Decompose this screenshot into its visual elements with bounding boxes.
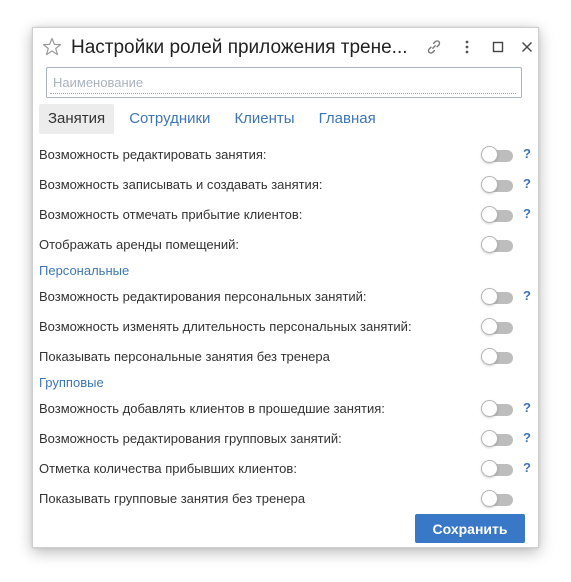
toggle-switch[interactable] <box>481 176 515 194</box>
setting-label: Возможность добавлять клиентов в прошедш… <box>39 401 385 416</box>
toggle-switch[interactable] <box>481 400 515 418</box>
toggle-switch[interactable] <box>481 318 515 336</box>
help-icon[interactable]: ? <box>523 430 531 446</box>
section-title: Групповые <box>39 375 104 390</box>
setting-row: Показывать групповые занятия без тренера <box>39 484 534 514</box>
section-title: Персональные <box>39 263 130 278</box>
settings-dialog: Настройки ролей приложения трене... Заня… <box>32 27 539 548</box>
toggle-switch[interactable] <box>481 236 515 254</box>
toggle-switch[interactable] <box>481 288 515 306</box>
toggle-knob <box>481 318 498 335</box>
setting-label: Показывать персональные занятия без трен… <box>39 349 330 364</box>
help-icon[interactable]: ? <box>523 288 531 304</box>
star-icon[interactable] <box>42 37 62 57</box>
setting-label: Отметка количества прибывших клиентов: <box>39 461 297 476</box>
toggle-switch[interactable] <box>481 460 515 478</box>
tab-bar: Занятия Сотрудники Клиенты Главная <box>39 104 391 134</box>
tab-clients[interactable]: Клиенты <box>225 104 303 134</box>
toggle-switch[interactable] <box>481 146 515 164</box>
toggle-switch[interactable] <box>481 490 515 508</box>
toggle-knob <box>481 288 498 305</box>
help-icon[interactable]: ? <box>523 460 531 476</box>
help-icon[interactable]: ? <box>523 146 531 162</box>
toggle-knob <box>481 206 498 223</box>
toggle-knob <box>481 236 498 253</box>
setting-row: Возможность редактирования групповых зан… <box>39 424 534 454</box>
setting-label: Возможность редактировать занятия: <box>39 147 267 162</box>
toggle-knob <box>481 176 498 193</box>
setting-label: Возможность редактирования групповых зан… <box>39 431 342 446</box>
setting-row: Возможность отмечать прибытие клиентов: … <box>39 200 534 230</box>
tab-main[interactable]: Главная <box>310 104 385 134</box>
section-header-group: Групповые <box>39 372 534 394</box>
tab-employees[interactable]: Сотрудники <box>120 104 219 134</box>
setting-label: Возможность записывать и создавать занят… <box>39 177 323 192</box>
link-icon[interactable] <box>424 37 444 57</box>
setting-row: Возможность редактировать занятия: ? <box>39 140 534 170</box>
setting-row: Возможность редактирования персональных … <box>39 282 534 312</box>
toggle-knob <box>481 348 498 365</box>
tab-classes[interactable]: Занятия <box>39 104 115 134</box>
dialog-titlebar: Настройки ролей приложения трене... <box>33 28 538 66</box>
setting-row: Возможность записывать и создавать занят… <box>39 170 534 200</box>
search-input[interactable] <box>50 71 516 94</box>
maximize-icon[interactable] <box>488 37 508 57</box>
setting-row: Отображать аренды помещений: <box>39 230 534 260</box>
help-icon[interactable]: ? <box>523 400 531 416</box>
setting-label: Показывать групповые занятия без тренера <box>39 491 306 506</box>
toggle-knob <box>481 490 498 507</box>
toggle-knob <box>481 400 498 417</box>
dialog-title: Настройки ролей приложения трене... <box>71 37 408 58</box>
setting-label: Возможность изменять длительность персон… <box>39 319 412 334</box>
toggle-knob <box>481 430 498 447</box>
setting-row: Показывать персональные занятия без трен… <box>39 342 534 372</box>
more-icon[interactable] <box>457 37 477 57</box>
setting-row: Возможность добавлять клиентов в прошедш… <box>39 394 534 424</box>
setting-label: Возможность редактирования персональных … <box>39 289 367 304</box>
toggle-knob <box>481 146 498 163</box>
save-button[interactable]: Сохранить <box>415 514 525 543</box>
toggle-switch[interactable] <box>481 430 515 448</box>
setting-row: Отметка количества прибывших клиентов: ? <box>39 454 534 484</box>
section-header-personal: Персональные <box>39 260 534 282</box>
settings-list: Возможность редактировать занятия: ? Воз… <box>39 140 534 514</box>
help-icon[interactable]: ? <box>523 206 531 222</box>
toggle-switch[interactable] <box>481 206 515 224</box>
search-box <box>46 67 522 98</box>
setting-row: Возможность изменять длительность персон… <box>39 312 534 342</box>
toggle-switch[interactable] <box>481 348 515 366</box>
toggle-knob <box>481 460 498 477</box>
close-icon[interactable] <box>517 37 537 57</box>
help-icon[interactable]: ? <box>523 176 531 192</box>
setting-label: Отображать аренды помещений: <box>39 237 239 252</box>
setting-label: Возможность отмечать прибытие клиентов: <box>39 207 303 222</box>
